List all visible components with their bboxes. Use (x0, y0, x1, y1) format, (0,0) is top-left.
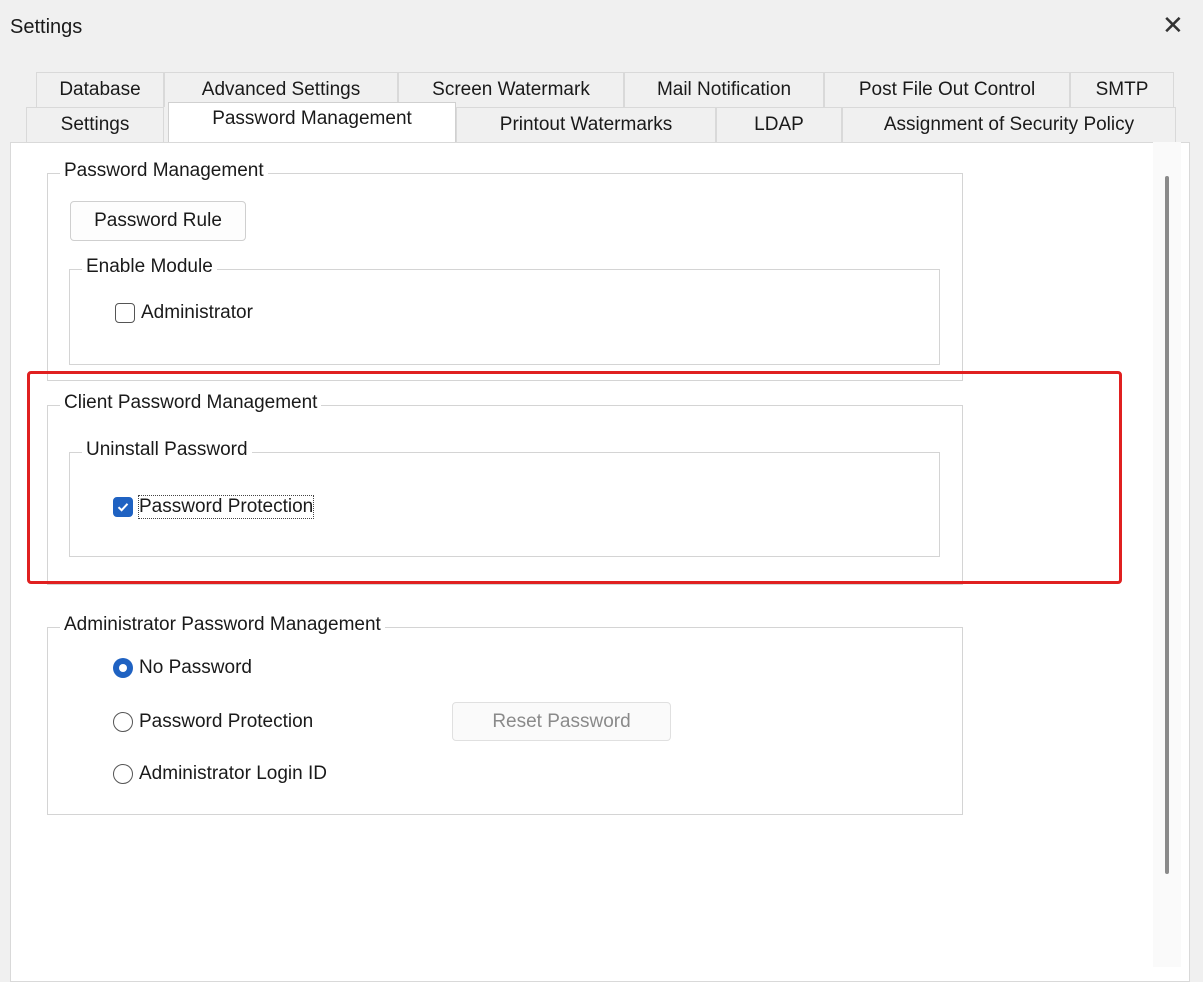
tab-mail-notification[interactable]: Mail Notification (624, 72, 824, 107)
radio-administrator-login-id-label: Administrator Login ID (139, 763, 327, 784)
administrator-checkbox-row[interactable]: Administrator (115, 302, 253, 324)
tab-smtp[interactable]: SMTP (1070, 72, 1174, 107)
radio-password-protection[interactable]: Password Protection (113, 711, 313, 733)
radio-password-protection-button[interactable] (113, 712, 133, 732)
client-password-management-legend: Client Password Management (60, 392, 322, 414)
enable-module-legend: Enable Module (82, 256, 217, 278)
tab-post-file-out-control[interactable]: Post File Out Control (824, 72, 1070, 107)
admin-password-management-legend: Administrator Password Management (60, 614, 385, 636)
window-title: Settings (10, 16, 83, 38)
reset-password-button[interactable]: Reset Password (452, 702, 671, 741)
radio-administrator-login-id-button[interactable] (113, 764, 133, 784)
radio-administrator-login-id[interactable]: Administrator Login ID (113, 763, 327, 785)
close-icon[interactable]: ✕ (1162, 12, 1184, 38)
password-protection-checkbox[interactable] (113, 497, 133, 517)
radio-no-password-label: No Password (139, 657, 252, 678)
tab-printout-watermarks[interactable]: Printout Watermarks (456, 107, 716, 142)
tab-ldap[interactable]: LDAP (716, 107, 842, 142)
tab-assignment-of-security-policy[interactable]: Assignment of Security Policy (842, 107, 1176, 142)
password-protection-checkbox-row[interactable]: Password Protection (113, 495, 315, 519)
uninstall-password-legend: Uninstall Password (82, 439, 252, 461)
password-management-legend: Password Management (60, 160, 268, 182)
tab-password-management[interactable]: Password Management (168, 102, 456, 142)
tab-database[interactable]: Database (36, 72, 164, 107)
radio-no-password[interactable]: No Password (113, 657, 252, 679)
tab-panel: Password Management Password Rule Enable… (10, 142, 1190, 982)
tab-settings[interactable]: Settings (26, 107, 164, 142)
password-protection-label: Password Protection (137, 495, 315, 519)
radio-password-protection-label: Password Protection (139, 711, 314, 732)
password-rule-button[interactable]: Password Rule (70, 201, 246, 241)
scrollbar-thumb[interactable] (1165, 176, 1169, 874)
radio-no-password-button[interactable] (113, 658, 133, 678)
checkmark-icon (117, 503, 129, 512)
administrator-checkbox[interactable] (115, 303, 135, 323)
administrator-label: Administrator (141, 302, 253, 323)
